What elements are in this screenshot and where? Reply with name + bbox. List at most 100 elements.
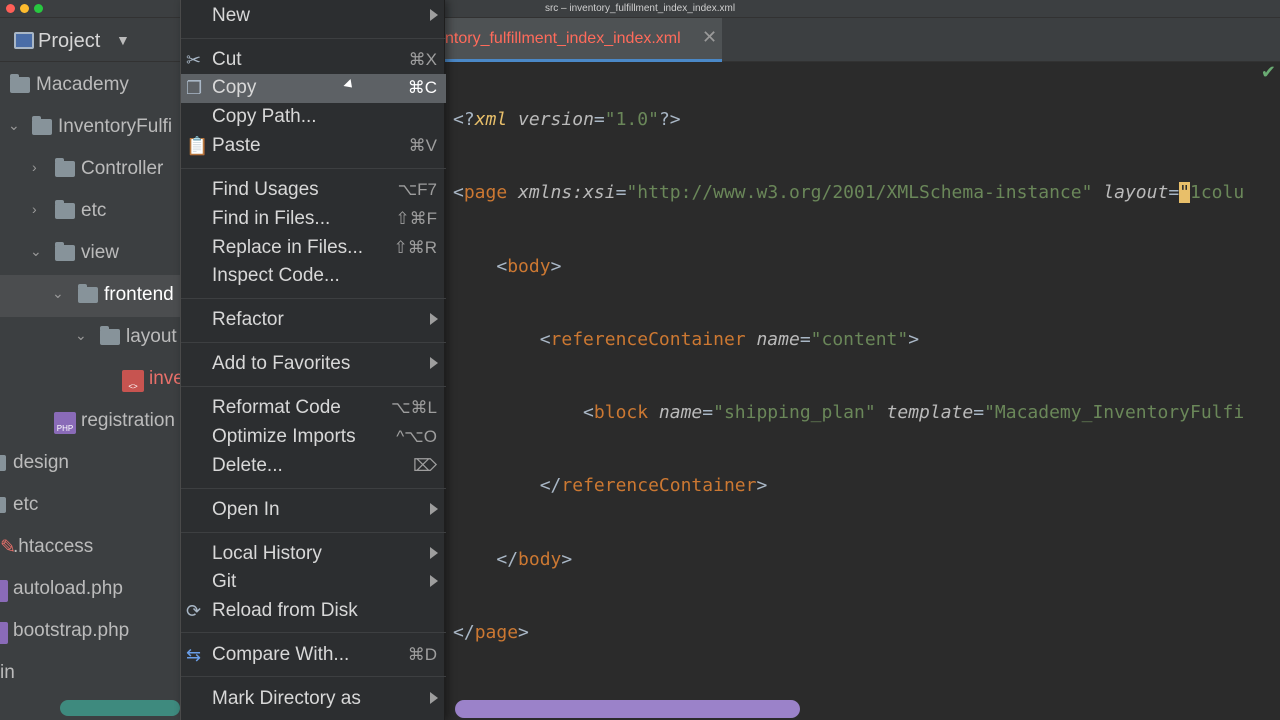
menu-item-label: Copy xyxy=(212,77,257,98)
tree-item-frontend[interactable]: ⌄ frontend xyxy=(0,275,180,317)
tree-item-view[interactable]: ⌄ view xyxy=(0,233,180,275)
code-line: <referenceContainer name="content"> xyxy=(539,328,920,350)
tree-item-label: .htaccess xyxy=(13,536,94,557)
tree-item-design[interactable]: design xyxy=(0,443,180,485)
menu-item-shortcut: ⌦ xyxy=(412,456,437,475)
menu-item-cut[interactable]: ✂ Cut ⌘X xyxy=(181,46,446,75)
tab-label: ntory_fulfillment_index_index.xml xyxy=(445,30,681,47)
editor-tab-bar: ntory_fulfillment_index_index.xml ✕ xyxy=(445,18,1280,62)
scissors-icon: ✂ xyxy=(186,50,202,70)
chevron-down-icon[interactable]: ▼ xyxy=(116,32,130,48)
chevron-down-icon[interactable]: ⌄ xyxy=(52,285,64,302)
menu-item-open-in[interactable]: Open In xyxy=(181,496,446,525)
folder-icon xyxy=(10,74,30,93)
menu-item-paste[interactable]: 📋 Paste ⌘V xyxy=(181,132,446,161)
project-panel-title: Project xyxy=(38,30,101,52)
folder-icon xyxy=(32,116,52,135)
menu-item-label: Delete... xyxy=(212,455,283,476)
menu-item-label: Add to Favorites xyxy=(212,353,351,374)
menu-item-reload-from-disk[interactable]: ⟳ Reload from Disk xyxy=(181,597,446,626)
menu-item-label: Optimize Imports xyxy=(212,426,356,447)
tree-item-htaccess[interactable]: ✎ .htaccess xyxy=(0,527,180,569)
folder-icon xyxy=(0,497,6,513)
chevron-down-icon[interactable]: ⌄ xyxy=(30,243,42,260)
tree-item-layout[interactable]: ⌄ layout xyxy=(0,317,180,359)
menu-item-label: Local History xyxy=(212,543,322,564)
checkmark-icon: ✔ xyxy=(1260,62,1276,82)
menu-item-git[interactable]: Git xyxy=(181,568,446,597)
project-panel-header[interactable]: Project ▼ xyxy=(0,18,180,62)
tree-item-label: frontend xyxy=(104,284,174,305)
menu-item-refactor[interactable]: Refactor xyxy=(181,306,446,335)
tree-item-controller[interactable]: › Controller xyxy=(0,149,180,191)
menu-item-label: Inspect Code... xyxy=(212,265,340,286)
code-line: <block name="shipping_plan" template="Ma… xyxy=(583,402,1245,424)
menu-item-compare-with[interactable]: ⇆ Compare With... ⌘D xyxy=(181,641,446,670)
menu-item-label: Git xyxy=(212,571,237,592)
tree-item-autoload[interactable]: autoload.php xyxy=(0,569,180,611)
compare-icon: ⇆ xyxy=(186,645,202,665)
clipboard-icon: 📋 xyxy=(186,136,209,156)
menu-item-replace-in-files[interactable]: Replace in Files... ⇧⌘R xyxy=(181,234,446,263)
menu-item-inspect-code[interactable]: Inspect Code... xyxy=(181,262,446,291)
tab-layout-xml[interactable]: ntory_fulfillment_index_index.xml ✕ xyxy=(445,18,722,62)
tree-item-label: view xyxy=(81,242,120,263)
tree-item-label: InventoryFulfi xyxy=(58,116,173,137)
menu-item-label: Replace in Files... xyxy=(212,237,364,258)
menu-item-find-in-files[interactable]: Find in Files... ⇧⌘F xyxy=(181,205,446,234)
menu-separator xyxy=(181,488,446,489)
tree-item-macademy[interactable]: Macademy xyxy=(0,65,180,107)
chevron-down-icon[interactable]: ⌄ xyxy=(75,327,87,344)
submenu-arrow-icon xyxy=(430,692,438,704)
submenu-arrow-icon xyxy=(430,313,438,325)
menu-item-add-to-favorites[interactable]: Add to Favorites xyxy=(181,350,446,379)
menu-separator xyxy=(181,38,446,39)
menu-item-copy[interactable]: ❐ Copy ⌘C xyxy=(181,74,446,103)
project-horizontal-scrollbar[interactable] xyxy=(60,700,180,716)
editor-horizontal-scrollbar[interactable] xyxy=(455,700,800,718)
menu-item-shortcut: ^⌥O xyxy=(396,427,437,446)
menu-item-reformat-code[interactable]: Reformat Code ⌥⌘L xyxy=(181,394,446,423)
tree-item-inventoryfulfillment[interactable]: ⌄ InventoryFulfi xyxy=(0,107,180,149)
menu-separator xyxy=(181,342,446,343)
tree-item-label: etc xyxy=(13,494,39,515)
menu-item-label: Copy Path... xyxy=(212,106,317,127)
menu-item-optimize-imports[interactable]: Optimize Imports ^⌥O xyxy=(181,423,446,452)
submenu-arrow-icon xyxy=(430,575,438,587)
folder-icon xyxy=(55,200,75,219)
tree-item-etc-root[interactable]: etc xyxy=(0,485,180,527)
code-area[interactable]: <?xml version="1.0"?> <page xmlns:xsi="h… xyxy=(453,62,1244,690)
menu-item-shortcut: ⌘C xyxy=(407,78,437,97)
menu-separator xyxy=(181,632,446,633)
menu-item-shortcut: ⌥⌘L xyxy=(390,398,437,417)
tree-item-bootstrap[interactable]: bootstrap.php xyxy=(0,611,180,653)
chevron-down-icon[interactable]: ⌄ xyxy=(8,117,20,134)
close-icon[interactable]: ✕ xyxy=(702,27,717,48)
code-line: <page xmlns:xsi="http://www.w3.org/2001/… xyxy=(453,182,1245,204)
menu-item-find-usages[interactable]: Find Usages ⌥F7 xyxy=(181,176,446,205)
menu-item-local-history[interactable]: Local History xyxy=(181,540,446,569)
copy-icon: ❐ xyxy=(186,78,203,98)
code-line: </page> xyxy=(453,622,529,644)
chevron-right-icon[interactable]: › xyxy=(32,159,37,175)
menu-item-label: New xyxy=(212,5,251,26)
tree-item-bin[interactable]: in xyxy=(0,653,180,695)
code-line: </body> xyxy=(496,548,573,570)
menu-item-copy-path[interactable]: Copy Path... xyxy=(181,103,446,132)
menu-item-label: Mark Directory as xyxy=(212,688,361,709)
menu-item-label: Find in Files... xyxy=(212,208,331,229)
tree-item-registration[interactable]: PHP registration xyxy=(0,401,180,443)
menu-item-mark-directory-as[interactable]: Mark Directory as xyxy=(181,685,446,714)
menu-item-delete[interactable]: Delete... ⌦ xyxy=(181,452,446,481)
code-line: <?xml version="1.0"?> xyxy=(453,109,681,130)
menu-item-label: Reformat Code xyxy=(212,397,341,418)
chevron-right-icon[interactable]: › xyxy=(32,201,37,217)
menu-item-label: Cut xyxy=(212,49,242,70)
tree-item-layout-xml[interactable]: <> inve xyxy=(0,359,180,401)
tree-item-label: in xyxy=(0,662,15,683)
menu-separator xyxy=(181,386,446,387)
context-menu: New ✂ Cut ⌘X ❐ Copy ⌘C Copy Path... 📋 Pa… xyxy=(180,0,446,720)
tree-item-etc[interactable]: › etc xyxy=(0,191,180,233)
folder-icon xyxy=(100,326,120,345)
menu-item-new[interactable]: New xyxy=(181,2,446,31)
